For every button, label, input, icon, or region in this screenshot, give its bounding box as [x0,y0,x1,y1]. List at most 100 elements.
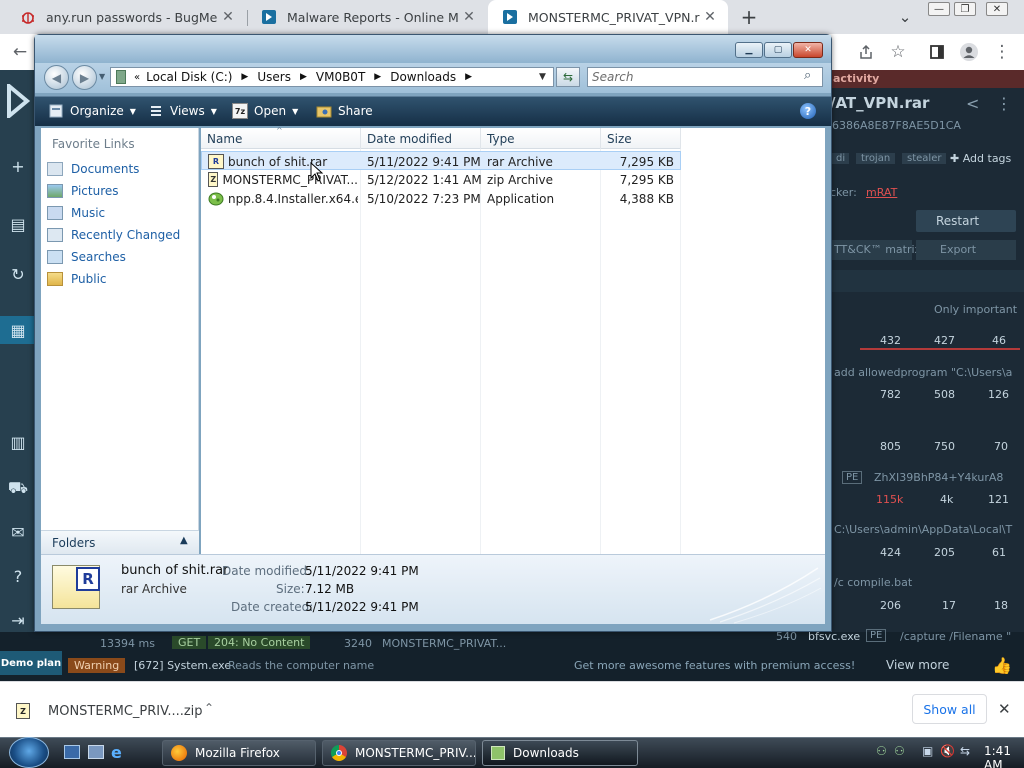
tag[interactable]: stealer [902,153,947,164]
close-tab-icon[interactable]: ✕ [700,9,720,25]
task-hash: 6386A8E87F8AE5D1CA [832,119,961,132]
taskbar-button-downloads[interactable]: Downloads [482,740,638,766]
refresh-icon[interactable]: ⇆ [556,67,580,87]
file-row[interactable]: Z MONSTERMC_PRIVAT... 5/12/2022 1:41 AM … [201,170,681,189]
nav-link-pictures[interactable]: Pictures [47,182,119,200]
breadcrumb-chevron-icon[interactable]: ▶ [374,72,381,82]
taskbar-clock[interactable]: 1:41 AM [984,744,1024,768]
explorer-title-bar[interactable] [35,35,831,63]
share-button[interactable]: Share [316,96,373,126]
firefox-icon [171,745,187,761]
stat-value: 70 [994,440,1008,453]
file-row[interactable]: R bunch of shit.rar 5/11/2022 9:41 PM ra… [201,151,681,170]
close-tab-icon[interactable]: ✕ [459,9,479,25]
address-bar[interactable]: « Local Disk (C:) ▶ Users ▶ VM0B0T ▶ Dow… [110,67,554,87]
breadcrumb-chevron-icon[interactable]: ▶ [465,72,472,82]
tray-overflow-icon[interactable]: ⇆ [960,744,970,758]
add-tags-button[interactable]: ✚ Add tags [950,152,1011,165]
nav-link-public[interactable]: Public [47,270,107,288]
forward-icon[interactable]: ▶ [72,65,97,90]
logout-icon[interactable]: ⇥ [0,606,36,634]
open-label: Open [254,104,287,118]
browser-tab[interactable]: Malware Reports - Online Malwa ✕ [247,0,487,34]
only-important-toggle[interactable]: Only important [934,303,1017,316]
address-dropdown-icon[interactable]: ▼ [539,72,546,82]
more-menu-icon[interactable]: ⋮ [988,34,1016,70]
history-icon[interactable]: ↻ [0,260,36,288]
mail-icon[interactable]: ✉ [0,518,36,546]
side-panel-icon[interactable] [923,34,951,70]
breadcrumb-item[interactable]: Downloads [390,70,456,84]
taskbar-button-firefox[interactable]: Mozilla Firefox [162,740,316,766]
chevron-up-icon[interactable]: ▲ [180,535,188,546]
start-button-icon[interactable] [9,737,49,768]
close-tab-icon[interactable]: ✕ [218,9,238,25]
chevron-up-icon[interactable]: ⌃ [204,701,214,715]
restore-window-icon[interactable]: ❐ [954,2,976,16]
browser-tab-active[interactable]: MONSTERMC_PRIVAT_VPN.rar (M ✕ [488,0,728,34]
view-more-button[interactable]: View more [886,658,949,672]
computer-icon [116,70,126,84]
column-header-size[interactable]: Size [601,128,681,149]
back-icon[interactable]: ◀ [44,65,69,90]
tray-network-icon[interactable]: ▣ [922,744,933,758]
nav-link-recently-changed[interactable]: Recently Changed [47,226,180,244]
breadcrumb-item[interactable]: Local Disk (C:) [146,70,232,84]
help-icon[interactable]: ? [800,103,816,119]
search-input[interactable]: Search [587,67,823,87]
tag[interactable]: trojan [856,153,896,164]
views-button[interactable]: Views ▼ [148,96,217,126]
thumbs-up-icon[interactable]: 👍 [992,656,1012,675]
breadcrumb-item[interactable]: Users [257,70,291,84]
back-arrow-icon[interactable]: ← [6,34,34,70]
file-row[interactable]: npp.8.4.Installer.x64.exe 5/10/2022 7:23… [201,189,681,208]
tab-search-button[interactable]: ⌄ [894,4,916,30]
breadcrumb-chevron-icon[interactable]: ▶ [241,72,248,82]
recent-pages-dropdown-icon[interactable]: ▼ [99,72,105,81]
share-task-icon[interactable]: < [966,94,979,113]
new-task-icon[interactable]: + [0,152,36,180]
nav-link-documents[interactable]: Documents [47,160,139,178]
docs-icon[interactable]: ▥ [0,428,36,456]
reports-icon[interactable]: ▤ [0,210,36,238]
maximize-icon[interactable]: ▢ [764,42,792,58]
switch-windows-icon[interactable] [88,745,104,759]
minimize-icon[interactable]: ▁ [735,42,763,58]
profile-avatar-icon[interactable] [955,34,983,70]
breadcrumb-item[interactable]: VM0B0T [316,70,365,84]
search-icon[interactable]: ⌕ [804,68,811,83]
tracker-link[interactable]: mRAT [866,186,897,199]
share-icon[interactable] [852,34,880,70]
nav-link-searches[interactable]: Searches [47,248,126,266]
column-header-type[interactable]: Type [481,128,601,149]
demo-plan-badge[interactable]: Demo plan [0,651,62,675]
more-options-icon[interactable]: ⋮ [996,94,1012,113]
close-shelf-icon[interactable]: ✕ [998,700,1011,718]
column-header-date[interactable]: Date modified [361,128,481,149]
open-button[interactable]: 7z Open ▼ [232,96,298,126]
help-icon[interactable]: ? [0,562,36,590]
volume-icon[interactable]: 🔇 [940,744,955,758]
show-desktop-icon[interactable] [64,745,80,759]
cart-icon[interactable]: ⛟ [0,474,36,502]
stat-value: 427 [934,334,955,347]
nav-link-music[interactable]: Music [47,204,105,222]
internet-explorer-icon[interactable]: e [111,743,122,762]
close-window-icon[interactable]: ✕ [986,2,1008,16]
windows-icon[interactable]: ▦ [0,316,36,344]
bookmark-star-icon[interactable]: ☆ [884,34,912,70]
show-all-button[interactable]: Show all [912,694,987,724]
organize-button[interactable]: Organize ▼ [48,96,136,126]
breadcrumb-chevron-icon[interactable]: ▶ [300,72,307,82]
folders-toggle[interactable]: Folders [41,530,199,554]
warning-text: Reads the computer name [228,659,375,672]
new-tab-button[interactable]: + [736,4,762,30]
network-icon[interactable]: ⚇ [876,744,887,758]
tag[interactable]: di [832,153,850,164]
taskbar-button-chrome[interactable]: MONSTERMC_PRIV... [322,740,476,766]
browser-tab[interactable]: any.run passwords - BugMeNot ✕ [6,0,246,34]
minimize-window-icon[interactable]: — [928,2,950,16]
close-icon[interactable]: ✕ [793,42,823,58]
breadcrumb-overflow-icon[interactable]: « [134,72,140,83]
security-icon[interactable]: ⚇ [894,744,905,758]
